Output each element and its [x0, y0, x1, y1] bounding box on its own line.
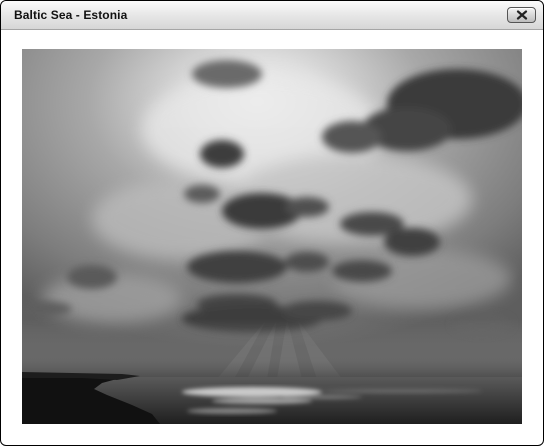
seascape-photo-image: [22, 49, 522, 424]
close-button[interactable]: [507, 7, 536, 23]
title-bar[interactable]: Baltic Sea - Estonia: [1, 1, 543, 30]
close-icon: [516, 10, 527, 20]
window-title: Baltic Sea - Estonia: [14, 8, 128, 22]
image-viewer-window: Baltic Sea - Estonia: [0, 0, 544, 446]
photo: [22, 49, 522, 424]
